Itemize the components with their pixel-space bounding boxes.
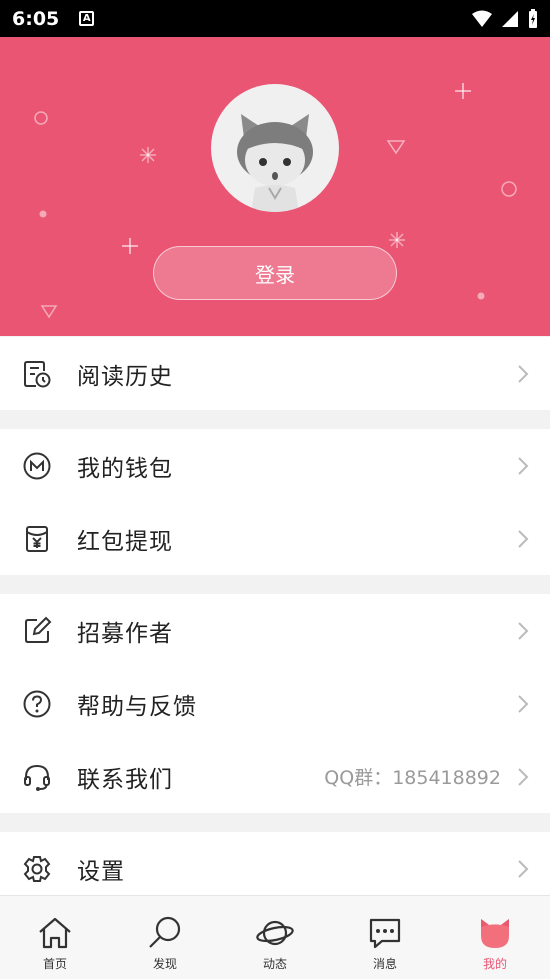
decor-plus-icon xyxy=(455,83,471,99)
reading-history-row[interactable]: 阅读历史 xyxy=(0,337,550,410)
tab-mine-label: 我的 xyxy=(482,957,507,971)
decor-dot-icon xyxy=(39,210,47,218)
contact-us-row[interactable]: 联系我们 QQ群：185418892 xyxy=(0,740,550,813)
chevron-right-icon xyxy=(518,529,529,548)
recruit-authors-label: 招募作者 xyxy=(77,620,173,647)
contact-us-label: 联系我们 xyxy=(77,766,173,793)
tab-messages[interactable]: 消息 xyxy=(330,896,440,979)
headset-icon xyxy=(24,764,50,791)
edit-icon xyxy=(25,616,52,643)
menu-group-wallet: 我的钱包 红包提现 xyxy=(0,429,550,575)
decor-sparkle-icon xyxy=(389,232,405,248)
tab-mine[interactable]: 我的 xyxy=(440,896,550,979)
recruit-authors-row[interactable]: 招募作者 xyxy=(0,594,550,667)
reading-history-label: 阅读历史 xyxy=(77,363,173,390)
tab-feed[interactable]: 动态 xyxy=(220,896,330,979)
help-question-icon xyxy=(23,690,51,717)
tab-messages-label: 消息 xyxy=(372,957,397,971)
chevron-right-icon xyxy=(518,621,529,640)
red-packet-icon xyxy=(26,525,48,552)
help-feedback-row[interactable]: 帮助与反馈 xyxy=(0,667,550,740)
planet-icon xyxy=(256,920,294,946)
chevron-right-icon xyxy=(518,364,529,383)
tab-feed-label: 动态 xyxy=(262,957,287,971)
avatar-cat-girl-icon xyxy=(237,114,313,212)
wallet-coin-icon xyxy=(23,452,51,479)
profile-header: 登录 xyxy=(0,37,550,336)
red-packet-withdraw-row[interactable]: 红包提现 xyxy=(0,502,550,575)
chevron-right-icon xyxy=(518,456,529,475)
cat-icon xyxy=(481,919,509,948)
login-button[interactable]: 登录 xyxy=(153,246,397,300)
tab-home[interactable]: 首页 xyxy=(0,896,110,979)
home-icon xyxy=(39,917,71,949)
cell-signal-icon xyxy=(502,10,518,27)
reading-history-icon xyxy=(24,360,51,387)
notification-badge: A xyxy=(79,11,95,26)
decor-plus-icon xyxy=(122,238,138,254)
status-bar: 6:05 A xyxy=(0,0,550,37)
menu-group-history: 阅读历史 xyxy=(0,337,550,410)
message-icon xyxy=(369,918,401,949)
decor-circle-icon xyxy=(501,181,517,197)
wifi-icon xyxy=(472,10,492,27)
decor-sparkle-icon xyxy=(140,147,156,163)
avatar[interactable] xyxy=(211,84,339,212)
chevron-right-icon xyxy=(518,767,529,786)
chevron-right-icon xyxy=(518,694,529,713)
decor-dot-icon xyxy=(477,292,485,300)
my-wallet-label: 我的钱包 xyxy=(77,455,173,482)
tab-home-label: 首页 xyxy=(42,957,67,971)
menu-group-support: 招募作者 帮助与反馈 联系我们 QQ群：185418892 xyxy=(0,594,550,813)
bottom-tab-bar: 首页 发现 动态 消息 我的 xyxy=(0,895,550,979)
decor-triangle-icon xyxy=(386,140,406,155)
settings-label: 设置 xyxy=(77,858,125,885)
battery-icon xyxy=(529,8,537,28)
tab-discover[interactable]: 发现 xyxy=(110,896,220,979)
status-time: 6:05 xyxy=(12,7,60,30)
help-feedback-label: 帮助与反馈 xyxy=(77,693,197,720)
qq-group-number: QQ群：185418892 xyxy=(324,767,501,789)
search-icon xyxy=(149,916,181,948)
red-packet-withdraw-label: 红包提现 xyxy=(77,528,173,555)
chevron-right-icon xyxy=(518,859,529,878)
tab-discover-label: 发现 xyxy=(152,957,177,971)
my-wallet-row[interactable]: 我的钱包 xyxy=(0,429,550,502)
decor-circle-icon xyxy=(34,111,48,125)
gear-icon xyxy=(23,855,51,882)
decor-triangle-icon xyxy=(40,305,58,319)
